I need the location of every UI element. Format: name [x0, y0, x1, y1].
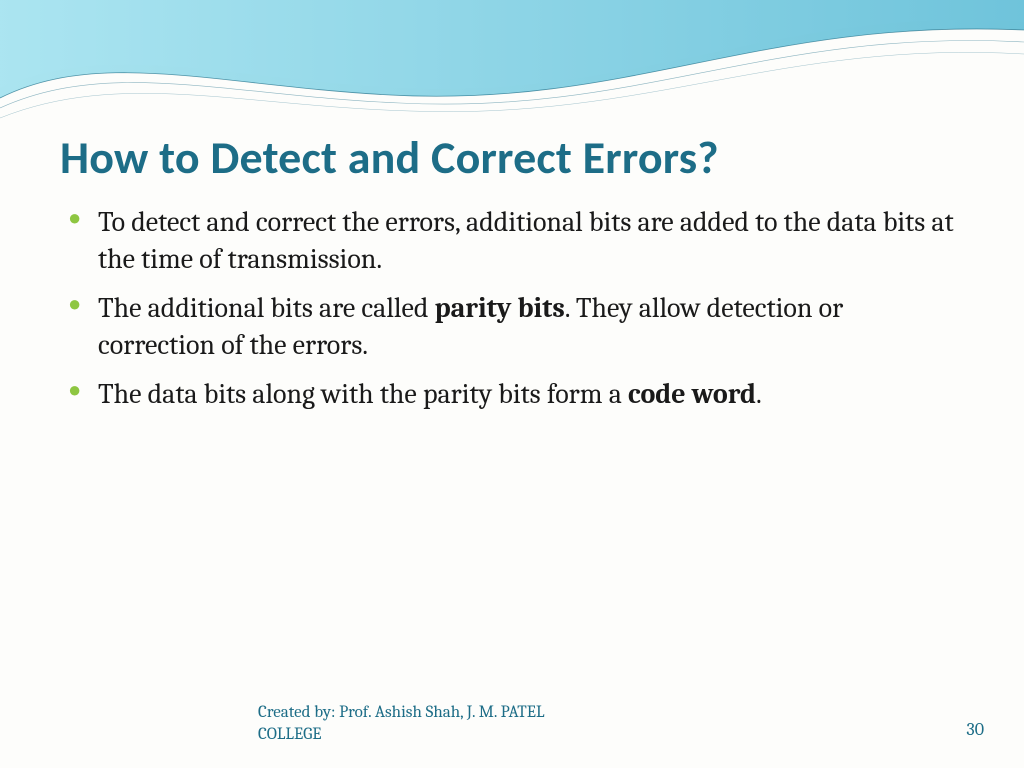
bullet-list: To detect and correct the errors, additi… — [60, 204, 964, 413]
bullet-text-pre: The data bits along with the parity bits… — [98, 378, 628, 410]
bullet-text-bold: code word — [628, 378, 756, 410]
bullet-text-pre: The additional bits are called — [98, 292, 435, 324]
bullet-text-bold: parity bits — [435, 292, 565, 324]
bullet-item: To detect and correct the errors, additi… — [98, 204, 964, 278]
slide-content: How to Detect and Correct Errors? To det… — [0, 0, 1024, 768]
slide-title: How to Detect and Correct Errors? — [60, 130, 964, 186]
bullet-text-post: . — [756, 378, 762, 410]
footer-credit: Created by: Prof. Ashish Shah, J. M. PAT… — [258, 702, 598, 746]
slide-footer: Created by: Prof. Ashish Shah, J. M. PAT… — [0, 694, 1024, 746]
page-number: 30 — [966, 719, 984, 740]
bullet-text-pre: To detect and correct the errors, additi… — [98, 206, 954, 275]
bullet-item: The additional bits are called parity bi… — [98, 290, 964, 364]
bullet-item: The data bits along with the parity bits… — [98, 376, 964, 413]
